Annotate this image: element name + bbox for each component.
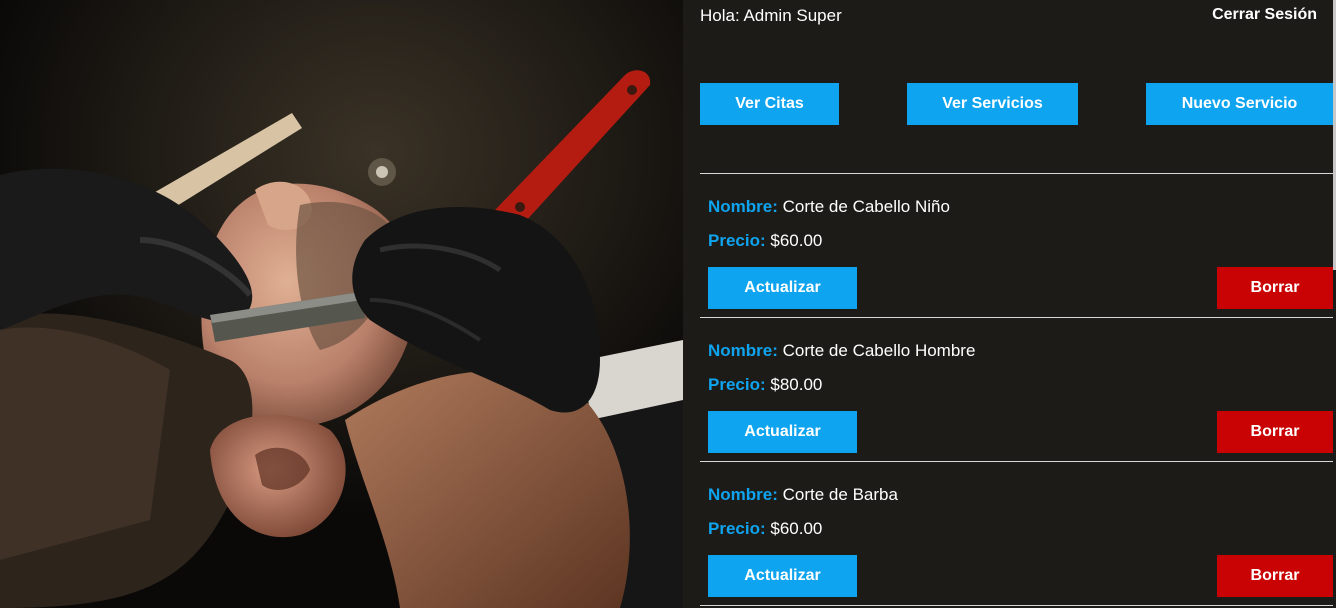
page: Hola: Admin Super Cerrar Sesión Ver Cita… [0, 0, 1336, 608]
service-name-row: Nombre: Corte de Cabello Niño [708, 197, 950, 217]
logout-link[interactable]: Cerrar Sesión [1212, 6, 1317, 24]
service-price-row: Precio: $60.00 [708, 231, 822, 251]
service-card: Nombre: Corte de Barba Precio: $60.00 Ac… [700, 462, 1333, 605]
barber-shaving-photo [0, 0, 683, 608]
divider [700, 605, 1333, 606]
new-service-button[interactable]: Nuevo Servicio [1146, 83, 1333, 125]
name-label: Nombre: [708, 197, 778, 216]
price-label: Precio: [708, 375, 766, 394]
delete-button[interactable]: Borrar [1217, 411, 1333, 453]
view-services-button[interactable]: Ver Servicios [907, 83, 1078, 125]
service-name: Corte de Cabello Hombre [782, 341, 976, 360]
service-name: Corte de Barba [782, 485, 898, 504]
service-price-row: Precio: $80.00 [708, 375, 822, 395]
name-label: Nombre: [708, 485, 778, 504]
service-price: $80.00 [770, 375, 823, 394]
header-bar: Hola: Admin Super Cerrar Sesión [700, 6, 1317, 28]
update-button[interactable]: Actualizar [708, 411, 857, 453]
service-card: Nombre: Corte de Cabello Niño Precio: $6… [700, 174, 1333, 317]
delete-button[interactable]: Borrar [1217, 555, 1333, 597]
service-name-row: Nombre: Corte de Barba [708, 485, 898, 505]
view-appointments-button[interactable]: Ver Citas [700, 83, 839, 125]
service-card: Nombre: Corte de Cabello Hombre Precio: … [700, 318, 1333, 461]
delete-button[interactable]: Borrar [1217, 267, 1333, 309]
update-button[interactable]: Actualizar [708, 267, 857, 309]
update-button[interactable]: Actualizar [708, 555, 857, 597]
name-label: Nombre: [708, 341, 778, 360]
service-name: Corte de Cabello Niño [782, 197, 950, 216]
price-label: Precio: [708, 231, 766, 250]
service-name-row: Nombre: Corte de Cabello Hombre [708, 341, 975, 361]
service-price-row: Precio: $60.00 [708, 519, 822, 539]
greeting-text: Hola: Admin Super [700, 6, 842, 25]
service-price: $60.00 [770, 519, 823, 538]
price-label: Precio: [708, 519, 766, 538]
service-price: $60.00 [770, 231, 823, 250]
admin-panel: Hola: Admin Super Cerrar Sesión Ver Cita… [683, 0, 1336, 608]
